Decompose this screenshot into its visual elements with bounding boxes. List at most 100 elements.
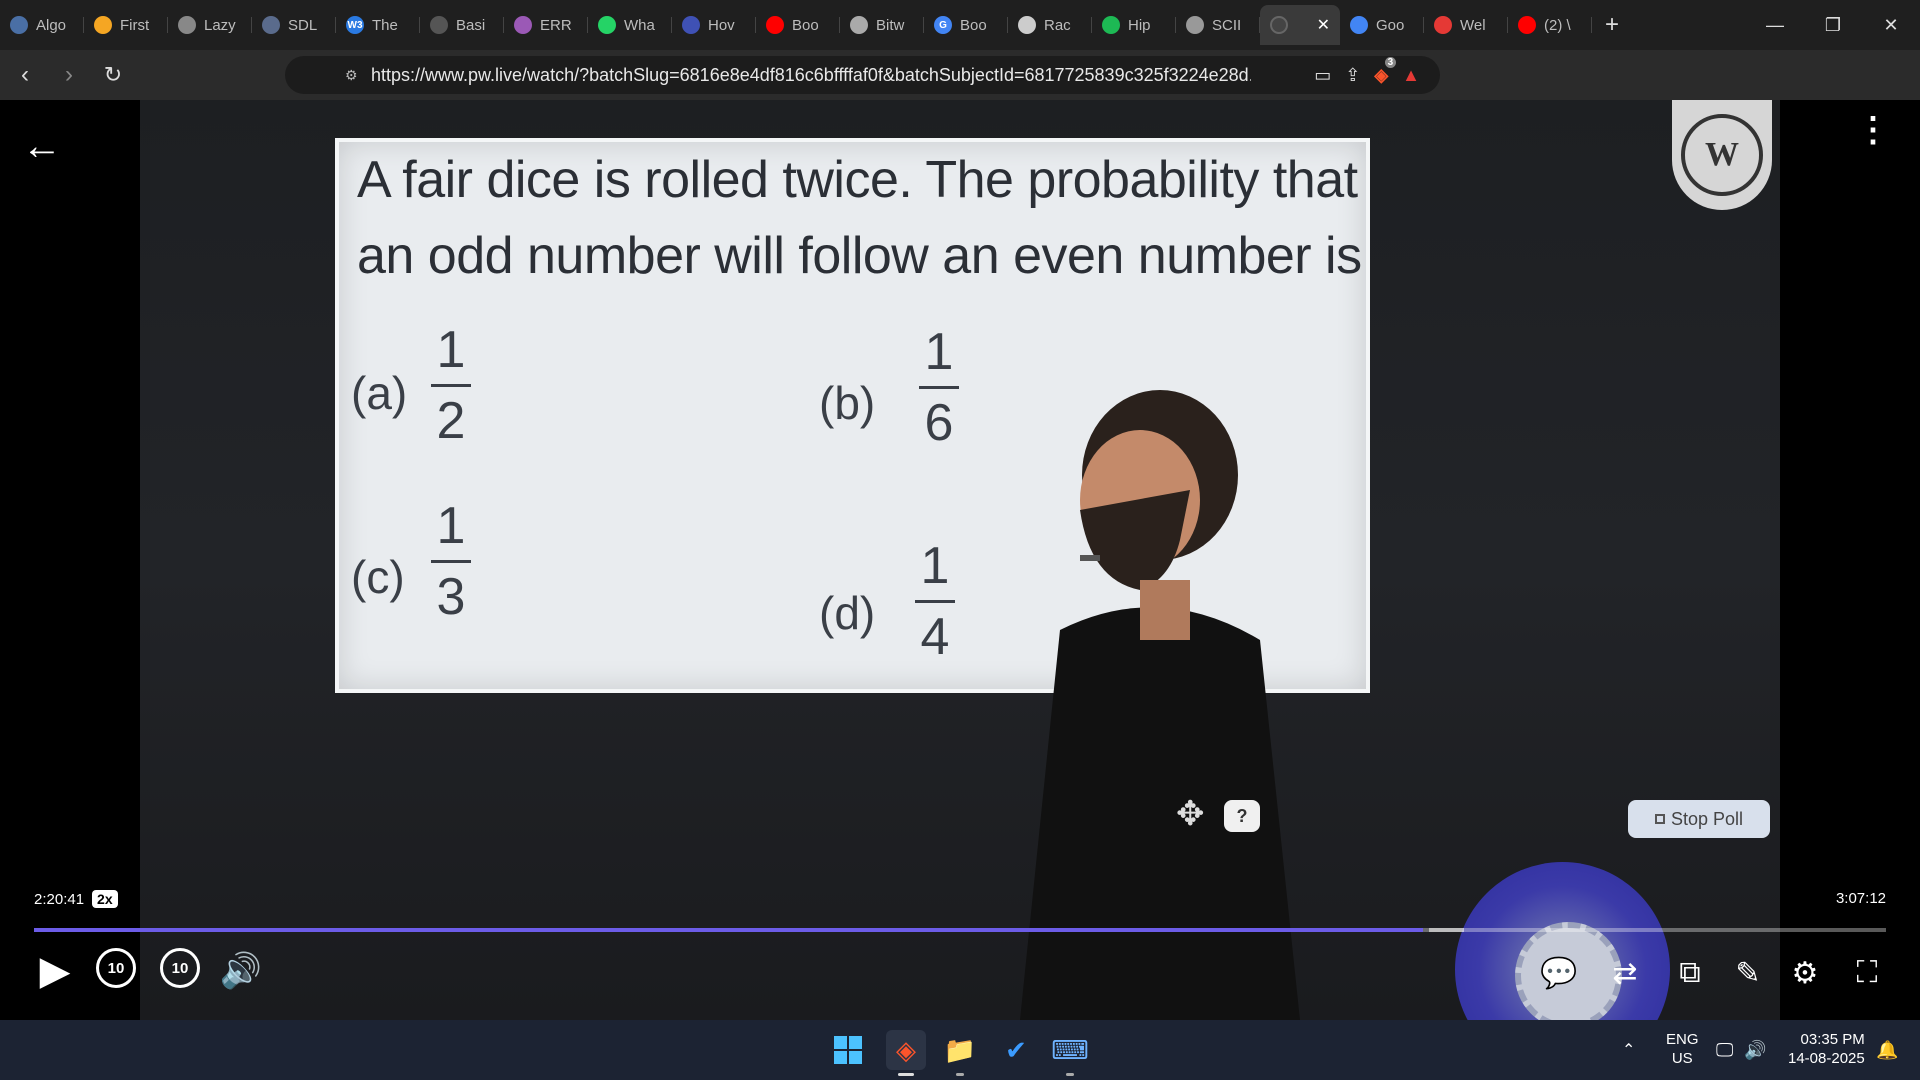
brave-shields-icon[interactable]: ◈ 3 (1374, 56, 1397, 86)
time-display: 2:20:41 2x (34, 890, 118, 908)
close-icon[interactable]: ✕ (1317, 15, 1330, 35)
tab-label: Rac (1044, 16, 1071, 34)
option-label: (a) (351, 367, 408, 419)
globe-icon (1186, 16, 1204, 34)
tab-the[interactable]: W3 The (336, 5, 420, 45)
notes-icon[interactable]: ✎ (1727, 952, 1769, 994)
close-window-icon[interactable]: ✕ (1862, 0, 1920, 50)
tab-algo[interactable]: Algo (0, 5, 84, 45)
tab-boo[interactable]: G Boo (924, 5, 1008, 45)
share-icon[interactable]: ⇪ (1345, 65, 1360, 86)
video-player[interactable]: A fair dice is rolled twice. The probabi… (0, 100, 1920, 1020)
cast-icon[interactable]: ▭ (1314, 65, 1331, 86)
fraction-bar (431, 384, 471, 387)
site-settings-icon[interactable]: ⚙ (345, 67, 358, 84)
tab-hov[interactable]: Hov (672, 5, 756, 45)
option-fraction: 1 2 (431, 322, 471, 449)
brave-rewards-icon[interactable]: ▲ (1402, 65, 1420, 86)
seek-bar-buffered (1429, 928, 1464, 932)
tab-label: Hov (708, 16, 735, 34)
address-bar[interactable]: ⚙ https://www.pw.live/watch/?batchSlug=6… (285, 56, 1440, 94)
tabs-group: Algo First Lazy SDL W3 The Basi ERR Wha Hov Boo Bit… (0, 5, 1260, 45)
stop-poll-button[interactable]: Stop Poll (1628, 800, 1770, 838)
site-icon (1434, 16, 1452, 34)
gemini-icon (1350, 16, 1368, 34)
tray-overflow-icon[interactable]: ⌃ (1622, 1020, 1635, 1080)
windows-icon (834, 1036, 862, 1064)
keyboard-app[interactable]: ⌨ (1050, 1030, 1090, 1076)
volume-icon[interactable]: 🔊 (218, 948, 264, 994)
numerator: 1 (920, 537, 950, 595)
numerator: 1 (436, 321, 466, 379)
network-icon[interactable]: 🖵 (1716, 1020, 1733, 1080)
tab-basi[interactable]: Basi (420, 5, 504, 45)
tab-active[interactable]: ✕ (1260, 5, 1340, 45)
denominator: 3 (436, 568, 466, 626)
brave-browser-app[interactable]: ◈ (886, 1030, 926, 1076)
url-text[interactable]: https://www.pw.live/watch/?batchSlug=681… (371, 65, 1251, 86)
denominator: 6 (924, 394, 954, 452)
tab-lazy[interactable]: Lazy (168, 5, 252, 45)
tab-goo[interactable]: Goo (1340, 5, 1424, 45)
option-fraction: 1 6 (919, 324, 959, 451)
google-icon: G (934, 16, 952, 34)
back-arrow-icon[interactable]: ← (22, 124, 62, 169)
minimize-icon[interactable]: — (1746, 0, 1804, 50)
bolt-icon (94, 16, 112, 34)
tab-label: (2) \ (1544, 16, 1571, 34)
new-tab-button[interactable]: + (1592, 11, 1632, 39)
stop-icon (1654, 814, 1665, 824)
speed-badge[interactable]: 2x (92, 890, 118, 908)
speaker-icon[interactable]: 🔊 (1744, 1020, 1766, 1080)
move-icon[interactable]: ✥ (1176, 794, 1205, 834)
forward-button[interactable]: › (50, 56, 88, 94)
language-indicator[interactable]: ENG US (1666, 1030, 1699, 1068)
tab-bitw[interactable]: Bitw (840, 5, 924, 45)
tab-wha[interactable]: Wha (588, 5, 672, 45)
file-explorer-app[interactable]: 📁 (940, 1030, 980, 1076)
site-icon (262, 16, 280, 34)
tab-first[interactable]: First (84, 5, 168, 45)
tab-rac[interactable]: Rac (1008, 5, 1092, 45)
back-button[interactable]: ‹ (6, 56, 44, 94)
pw-logo: W (1672, 100, 1772, 210)
restore-icon[interactable]: ❐ (1804, 0, 1862, 50)
todo-app[interactable]: ✔ (996, 1030, 1036, 1070)
spotify-icon (1102, 16, 1120, 34)
more-options-icon[interactable]: ⋮ (1856, 113, 1890, 147)
tab-label: Wel (1460, 16, 1486, 34)
playlist-icon[interactable]: ⧉ (1669, 952, 1711, 994)
translate-icon[interactable]: ⇄ (1604, 952, 1646, 994)
numerator: 1 (924, 323, 954, 381)
tab-scii[interactable]: SCII (1176, 5, 1260, 45)
fullscreen-icon[interactable]: ⛶ (1846, 952, 1888, 994)
tab-err[interactable]: ERR (504, 5, 588, 45)
settings-icon[interactable]: ⚙ (1784, 952, 1826, 994)
seek-bar-progress (34, 928, 1423, 932)
forward-10-button[interactable]: 10 (160, 948, 200, 988)
tab--2-[interactable]: (2) \ (1508, 5, 1592, 45)
notification-icon[interactable]: 🔔 (1876, 1020, 1898, 1080)
region-code: US (1671, 1050, 1693, 1067)
tab-boo[interactable]: Boo (756, 5, 840, 45)
globe-icon (178, 16, 196, 34)
chat-icon[interactable]: 💬 (1538, 952, 1580, 994)
tab-sdl[interactable]: SDL (252, 5, 336, 45)
seek-bar[interactable] (34, 928, 1886, 932)
option-label: (d) (819, 587, 876, 639)
tab-wel[interactable]: Wel (1424, 5, 1508, 45)
openai-icon (1018, 16, 1036, 34)
denominator: 2 (436, 392, 466, 450)
system-clock[interactable]: 03:35 PM 14-08-2025 (1788, 1030, 1865, 1068)
browser-toolbar: ‹ › ↻ ⚙ https://www.pw.live/watch/?batch… (0, 50, 1920, 137)
help-button[interactable]: ? (1224, 800, 1260, 832)
reload-button[interactable]: ↻ (94, 56, 132, 94)
denominator: 4 (920, 608, 950, 666)
tab-label: ERR (540, 16, 572, 34)
presenter-figure (1020, 390, 1300, 1020)
start-button[interactable] (828, 1030, 868, 1070)
tab-hip[interactable]: Hip (1092, 5, 1176, 45)
play-button[interactable]: ▶ (32, 948, 78, 994)
rewind-10-button[interactable]: 10 (96, 948, 136, 988)
tab-label: Hip (1128, 16, 1151, 34)
